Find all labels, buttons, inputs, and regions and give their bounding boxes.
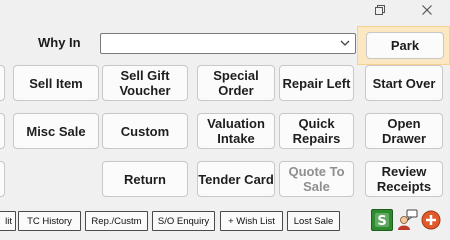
chevron-down-icon bbox=[340, 40, 350, 46]
valuation-intake-button[interactable]: Valuation Intake bbox=[197, 113, 275, 149]
tab-tc-history[interactable]: TC History bbox=[18, 211, 81, 231]
s-icon[interactable]: S bbox=[371, 209, 393, 231]
restore-icon[interactable] bbox=[369, 0, 391, 20]
close-icon[interactable] bbox=[416, 0, 438, 20]
sell-item-button[interactable]: Sell Item bbox=[13, 65, 99, 101]
return-button[interactable]: Return bbox=[102, 161, 188, 197]
tab-wish-list[interactable]: + Wish List bbox=[220, 211, 283, 231]
quick-repairs-button[interactable]: Quick Repairs bbox=[279, 113, 354, 149]
tab-lit[interactable]: lit bbox=[0, 211, 16, 231]
quote-to-sale-button[interactable]: Quote To Sale bbox=[279, 161, 354, 197]
tab-lost-sale[interactable]: Lost Sale bbox=[287, 211, 340, 231]
misc-sale-button[interactable]: Misc Sale bbox=[13, 113, 99, 149]
left-partial-button-row3[interactable] bbox=[0, 161, 5, 197]
customer-chat-icon[interactable] bbox=[396, 209, 418, 231]
custom-button[interactable]: Custom bbox=[102, 113, 188, 149]
review-receipts-button[interactable]: Review Receipts bbox=[365, 161, 443, 197]
left-partial-button-row1[interactable] bbox=[0, 65, 5, 101]
tab-so-enquiry[interactable]: S/O Enquiry bbox=[152, 211, 215, 231]
left-partial-button-row2[interactable] bbox=[0, 113, 5, 149]
add-icon[interactable] bbox=[420, 209, 442, 231]
repair-left-button[interactable]: Repair Left bbox=[279, 65, 354, 101]
why-in-label: Why In bbox=[38, 35, 81, 50]
start-over-button[interactable]: Start Over bbox=[365, 65, 443, 101]
open-drawer-button[interactable]: Open Drawer bbox=[365, 113, 443, 149]
svg-text:S: S bbox=[377, 214, 386, 229]
park-button[interactable]: Park bbox=[366, 32, 444, 59]
tab-rep-custm[interactable]: Rep./Custm bbox=[85, 211, 148, 231]
tender-card-button[interactable]: Tender Card bbox=[197, 161, 275, 197]
sell-gift-voucher-button[interactable]: Sell Gift Voucher bbox=[102, 65, 188, 101]
why-in-dropdown[interactable] bbox=[100, 33, 356, 54]
special-order-button[interactable]: Special Order bbox=[197, 65, 275, 101]
